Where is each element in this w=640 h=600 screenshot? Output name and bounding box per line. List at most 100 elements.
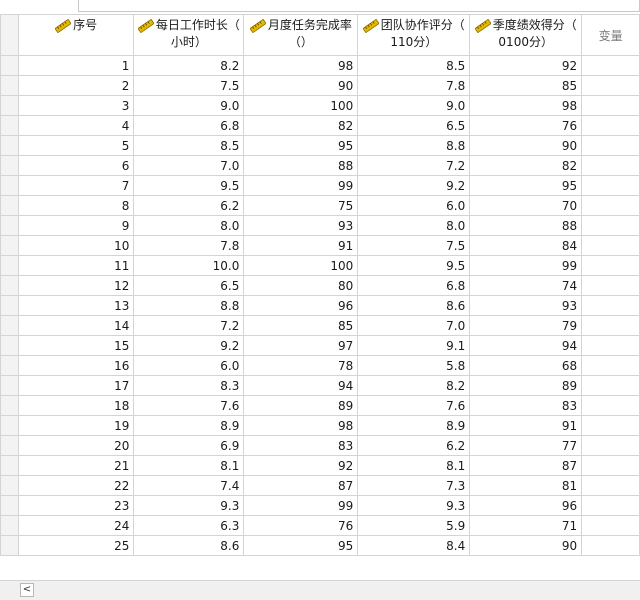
- row-header[interactable]: [0, 495, 19, 516]
- empty-cell[interactable]: [581, 475, 640, 496]
- table-cell[interactable]: 95: [469, 175, 583, 196]
- column-header[interactable]: 每日工作时长（ 小时）: [133, 14, 245, 56]
- table-cell[interactable]: 85: [243, 315, 359, 336]
- table-cell[interactable]: 8.9: [133, 415, 245, 436]
- row-header[interactable]: [0, 455, 19, 476]
- empty-cell[interactable]: [581, 315, 640, 336]
- table-cell[interactable]: 9.2: [133, 335, 245, 356]
- row-header[interactable]: [0, 135, 19, 156]
- empty-cell[interactable]: [581, 75, 640, 96]
- table-cell[interactable]: 99: [469, 255, 583, 276]
- table-cell[interactable]: 75: [243, 195, 359, 216]
- empty-cell[interactable]: [581, 255, 640, 276]
- table-cell[interactable]: 9.3: [357, 495, 471, 516]
- row-header[interactable]: [0, 195, 19, 216]
- table-cell[interactable]: 8.2: [357, 375, 471, 396]
- row-header[interactable]: [0, 255, 19, 276]
- table-cell[interactable]: 99: [243, 495, 359, 516]
- row-header[interactable]: [0, 395, 19, 416]
- table-cell[interactable]: 24: [17, 515, 135, 536]
- table-cell[interactable]: 8: [17, 195, 135, 216]
- table-cell[interactable]: 9.0: [357, 95, 471, 116]
- table-cell[interactable]: 8.3: [133, 375, 245, 396]
- table-cell[interactable]: 11: [17, 255, 135, 276]
- table-cell[interactable]: 16: [17, 355, 135, 376]
- row-header[interactable]: [0, 55, 19, 76]
- table-cell[interactable]: 25: [17, 535, 135, 556]
- table-cell[interactable]: 76: [469, 115, 583, 136]
- table-cell[interactable]: 7.3: [357, 475, 471, 496]
- empty-cell[interactable]: [581, 455, 640, 476]
- table-cell[interactable]: 88: [243, 155, 359, 176]
- table-cell[interactable]: 6.2: [357, 435, 471, 456]
- empty-cell[interactable]: [581, 435, 640, 456]
- table-cell[interactable]: 19: [17, 415, 135, 436]
- table-cell[interactable]: 7.0: [357, 315, 471, 336]
- table-cell[interactable]: 8.2: [133, 55, 245, 76]
- row-header[interactable]: [0, 75, 19, 96]
- table-cell[interactable]: 4: [17, 115, 135, 136]
- empty-cell[interactable]: [581, 295, 640, 316]
- row-header[interactable]: [0, 175, 19, 196]
- row-header[interactable]: [0, 355, 19, 376]
- table-cell[interactable]: 83: [243, 435, 359, 456]
- table-cell[interactable]: 20: [17, 435, 135, 456]
- table-cell[interactable]: 95: [243, 135, 359, 156]
- table-cell[interactable]: 7.0: [133, 155, 245, 176]
- table-cell[interactable]: 8.6: [133, 535, 245, 556]
- table-cell[interactable]: 12: [17, 275, 135, 296]
- scroll-left-button[interactable]: <: [20, 583, 34, 597]
- table-cell[interactable]: 71: [469, 515, 583, 536]
- table-cell[interactable]: 92: [469, 55, 583, 76]
- table-cell[interactable]: 7.6: [133, 395, 245, 416]
- table-cell[interactable]: 8.5: [357, 55, 471, 76]
- row-header[interactable]: [0, 295, 19, 316]
- table-cell[interactable]: 91: [243, 235, 359, 256]
- table-cell[interactable]: 78: [243, 355, 359, 376]
- table-cell[interactable]: 22: [17, 475, 135, 496]
- table-cell[interactable]: 88: [469, 215, 583, 236]
- table-cell[interactable]: 7: [17, 175, 135, 196]
- table-cell[interactable]: 6.0: [357, 195, 471, 216]
- table-cell[interactable]: 80: [243, 275, 359, 296]
- table-cell[interactable]: 98: [469, 95, 583, 116]
- row-header[interactable]: [0, 335, 19, 356]
- table-cell[interactable]: 6: [17, 155, 135, 176]
- table-cell[interactable]: 9.0: [133, 95, 245, 116]
- empty-cell[interactable]: [581, 135, 640, 156]
- table-cell[interactable]: 92: [243, 455, 359, 476]
- column-header[interactable]: 序号: [17, 14, 135, 56]
- table-cell[interactable]: 9.5: [357, 255, 471, 276]
- table-cell[interactable]: 82: [243, 115, 359, 136]
- table-cell[interactable]: 5.8: [357, 355, 471, 376]
- table-cell[interactable]: 91: [469, 415, 583, 436]
- empty-cell[interactable]: [581, 275, 640, 296]
- row-header[interactable]: [0, 375, 19, 396]
- row-header[interactable]: [0, 155, 19, 176]
- empty-cell[interactable]: [581, 215, 640, 236]
- table-cell[interactable]: 90: [469, 135, 583, 156]
- row-header[interactable]: [0, 535, 19, 556]
- table-cell[interactable]: 74: [469, 275, 583, 296]
- table-cell[interactable]: 94: [469, 335, 583, 356]
- empty-cell[interactable]: [581, 335, 640, 356]
- table-cell[interactable]: 87: [469, 455, 583, 476]
- column-header[interactable]: 月度任务完成率 （）: [243, 14, 359, 56]
- table-cell[interactable]: 98: [243, 415, 359, 436]
- empty-cell[interactable]: [581, 235, 640, 256]
- table-cell[interactable]: 9.2: [357, 175, 471, 196]
- table-cell[interactable]: 8.8: [133, 295, 245, 316]
- table-cell[interactable]: 7.2: [357, 155, 471, 176]
- table-cell[interactable]: 1: [17, 55, 135, 76]
- table-cell[interactable]: 90: [469, 535, 583, 556]
- table-cell[interactable]: 84: [469, 235, 583, 256]
- table-cell[interactable]: 82: [469, 155, 583, 176]
- table-cell[interactable]: 81: [469, 475, 583, 496]
- row-header[interactable]: [0, 235, 19, 256]
- table-cell[interactable]: 8.9: [357, 415, 471, 436]
- table-cell[interactable]: 76: [243, 515, 359, 536]
- table-cell[interactable]: 18: [17, 395, 135, 416]
- table-cell[interactable]: 6.8: [133, 115, 245, 136]
- table-cell[interactable]: 90: [243, 75, 359, 96]
- table-cell[interactable]: 6.3: [133, 515, 245, 536]
